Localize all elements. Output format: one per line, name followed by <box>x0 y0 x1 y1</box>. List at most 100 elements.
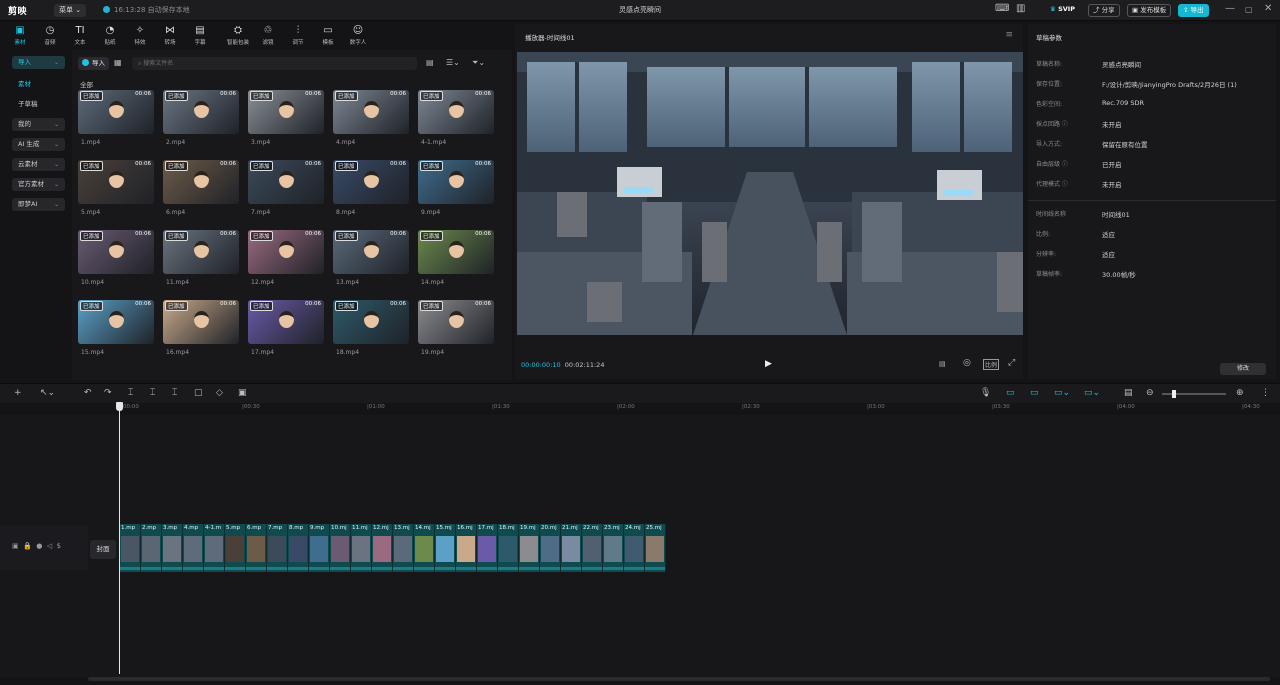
timeline-clip[interactable]: 17.mj <box>477 524 498 572</box>
fullscreen-icon[interactable]: ⤢ <box>1008 358 1015 368</box>
timeline-clip[interactable]: 6.mp <box>246 524 267 572</box>
quality-icon[interactable]: ▤ <box>939 360 946 368</box>
tab-3[interactable]: ◔ 贴纸 <box>98 25 122 46</box>
minimize-icon[interactable]: — <box>1225 3 1235 14</box>
media-item[interactable]: 已添加 00:06 <box>78 90 154 134</box>
snap-icon[interactable]: ▭⌄ <box>1054 388 1070 398</box>
media-item[interactable]: 已添加 00:06 <box>163 90 239 134</box>
sidebar-item-2[interactable]: 子草稿 <box>12 98 65 111</box>
shortcut-icon[interactable]: ⌨ <box>995 3 1009 14</box>
tab-6[interactable]: ▤ 字幕 <box>188 25 212 46</box>
tab-11[interactable]: ☺ 数字人 <box>346 25 370 46</box>
media-item[interactable]: 已添加 00:06 <box>333 300 409 344</box>
tab-4[interactable]: ✧ 特效 <box>128 25 152 46</box>
more-icon[interactable]: ⋮ <box>1261 388 1270 398</box>
split-right-icon[interactable]: ⌶ <box>172 388 177 398</box>
mic-icon[interactable]: 🎙 <box>980 388 991 398</box>
timeline-clip[interactable]: 22.mj <box>582 524 603 572</box>
cover-button[interactable]: 封面 <box>90 540 116 559</box>
media-item[interactable]: 已添加 00:06 <box>418 160 494 204</box>
timeline-ruler[interactable]: 00:00 |00:30 |01:00 |01:30 |02:00 |02:30 |03:0… <box>88 403 1280 415</box>
player-menu-icon[interactable]: ≡ <box>1005 30 1013 40</box>
timeline-clip[interactable]: 4.mp <box>183 524 204 572</box>
video-preview[interactable] <box>517 52 1023 335</box>
share-button[interactable]: ⤴ 分享 <box>1088 4 1120 17</box>
media-item[interactable]: 已添加 00:06 <box>78 300 154 344</box>
split-left-icon[interactable]: ⌶ <box>150 388 155 398</box>
media-item[interactable]: 已添加 00:06 <box>78 160 154 204</box>
timeline-clip[interactable]: 20.mj <box>540 524 561 572</box>
tab-9[interactable]: ⫶ 调节 <box>286 25 310 46</box>
sidebar-item-6[interactable]: 官方素材 ⌄ <box>12 178 65 191</box>
sidebar-item-3[interactable]: 我的 ⌄ <box>12 118 65 131</box>
select-tool-icon[interactable]: ↖⌄ <box>40 388 55 398</box>
timeline-clip[interactable]: 21.mj <box>561 524 582 572</box>
timeline-clip[interactable]: 9.mp <box>309 524 330 572</box>
split-icon[interactable]: ⌶ <box>128 388 133 398</box>
tab-0[interactable]: ▣ 素材 <box>8 25 32 46</box>
caption-icon[interactable]: ▤ <box>1124 388 1133 398</box>
marker-icon[interactable]: ◇ <box>216 388 223 398</box>
timeline-clip[interactable]: 10.mj <box>330 524 351 572</box>
media-item[interactable]: 已添加 00:06 <box>418 300 494 344</box>
tab-10[interactable]: ▭ 模板 <box>316 25 340 46</box>
timeline-clip[interactable]: 4-1.m <box>204 524 225 572</box>
delete-icon[interactable]: ▢ <box>194 388 203 398</box>
timeline-clip[interactable]: 2.mp <box>141 524 162 572</box>
sidebar-item-0[interactable]: 导入 ⌄ <box>12 56 65 69</box>
play-icon[interactable]: ▶ <box>765 359 772 369</box>
track-controls[interactable]: ▣ 🔒 ● ◁ $ <box>12 542 61 550</box>
tab-8[interactable]: ♲ 滤镜 <box>256 25 280 46</box>
sidebar-item-4[interactable]: AI 生成 ⌄ <box>12 138 65 151</box>
timeline-clip[interactable]: 25.mj <box>645 524 666 572</box>
timeline-clip[interactable]: 5.mp <box>225 524 246 572</box>
tab-7[interactable]: ⛭ 智能包装 <box>226 25 250 46</box>
media-item[interactable]: 已添加 00:06 <box>418 90 494 134</box>
timeline-clip[interactable]: 24.mj <box>624 524 645 572</box>
zoom-out-icon[interactable]: ⊖ <box>1146 388 1154 398</box>
undo-icon[interactable]: ↶ <box>84 388 92 398</box>
timeline-clip[interactable]: 18.mj <box>498 524 519 572</box>
media-item[interactable]: 已添加 00:06 <box>163 230 239 274</box>
timeline-clip[interactable]: 13.mj <box>393 524 414 572</box>
media-item[interactable]: 已添加 00:06 <box>78 230 154 274</box>
timeline-clip[interactable]: 8.mp <box>288 524 309 572</box>
restore-icon[interactable]: ▢ <box>1245 5 1253 14</box>
layout-icon[interactable]: ▥ <box>1016 3 1025 14</box>
media-item[interactable]: 已添加 00:06 <box>248 90 324 134</box>
media-item[interactable]: 已添加 00:06 <box>333 160 409 204</box>
export-button[interactable]: ⇪ 导出 <box>1178 4 1209 17</box>
media-item[interactable]: 已添加 00:06 <box>333 90 409 134</box>
svip-button[interactable]: ♛ SVIP <box>1046 4 1079 17</box>
media-item[interactable]: 已添加 00:06 <box>418 230 494 274</box>
tab-1[interactable]: ◷ 音频 <box>38 25 62 46</box>
media-item[interactable]: 已添加 00:06 <box>163 160 239 204</box>
timeline-clip[interactable]: 3.mp <box>162 524 183 572</box>
media-item[interactable]: 已添加 00:06 <box>248 230 324 274</box>
playhead[interactable] <box>116 402 123 674</box>
magnet-icon[interactable]: ▭ <box>1030 388 1039 398</box>
timeline-clip[interactable]: 15.mj <box>435 524 456 572</box>
ratio-button[interactable]: 比例 <box>983 359 1000 370</box>
timeline-clip[interactable]: 19.mj <box>519 524 540 572</box>
snapshot-icon[interactable]: ◎ <box>963 358 971 368</box>
add-track-icon[interactable]: + <box>14 388 22 398</box>
link-icon[interactable]: ▭ <box>1006 388 1015 398</box>
timeline-clip[interactable]: 16.mj <box>456 524 477 572</box>
timeline-scrollbar[interactable] <box>88 677 1270 681</box>
publish-template-button[interactable]: ▣ 发布模板 <box>1127 4 1172 17</box>
zoom-in-icon[interactable]: ⊕ <box>1236 388 1244 398</box>
sidebar-item-7[interactable]: 即梦AI ⌄ <box>12 198 65 211</box>
timeline-clip[interactable]: 23.mj <box>603 524 624 572</box>
preview-axis-icon[interactable]: ▭⌄ <box>1084 388 1100 398</box>
redo-icon[interactable]: ↷ <box>104 388 112 398</box>
tab-2[interactable]: TI 文本 <box>68 25 92 46</box>
tab-5[interactable]: ⋈ 转场 <box>158 25 182 46</box>
zoom-slider[interactable] <box>1162 390 1226 398</box>
media-item[interactable]: 已添加 00:06 <box>248 300 324 344</box>
ai-tool-icon[interactable]: ▣ <box>238 388 247 398</box>
timeline-clip[interactable]: 11.mj <box>351 524 372 572</box>
timeline-clip[interactable]: 1.mp <box>120 524 141 572</box>
media-item[interactable]: 已添加 00:06 <box>248 160 324 204</box>
timeline-clip[interactable]: 12.mj <box>372 524 393 572</box>
